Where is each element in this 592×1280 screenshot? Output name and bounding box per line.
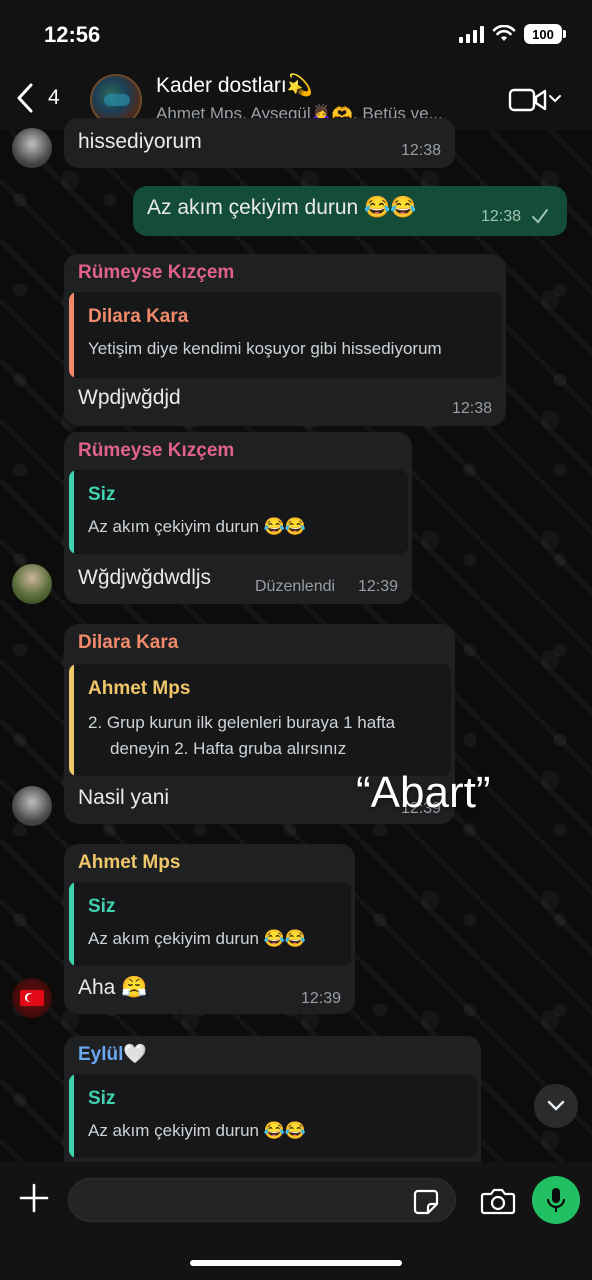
sender-name[interactable]: Ahmet Mps [78, 852, 180, 874]
avatar[interactable] [12, 786, 52, 826]
status-time: 12:56 [44, 22, 101, 47]
message-time: 12:38 [481, 208, 522, 225]
quote-sender: Siz [88, 484, 116, 505]
message-bubble-outgoing[interactable]: Az akım çekiyim durun 😂😂 12:38 [133, 186, 567, 236]
message-text: Aha 😤 [78, 976, 148, 999]
message-composer [0, 1162, 592, 1280]
sender-name[interactable]: Rümeyse Kızçem [78, 262, 234, 284]
message-bubble[interactable]: Eylül🤍 Siz Az akım çekiyim durun 😂😂 [64, 1036, 481, 1176]
wifi-icon [492, 25, 516, 41]
scroll-to-bottom-button[interactable] [534, 1084, 578, 1128]
message-bubble[interactable]: hissediyorum 12:38 [64, 118, 455, 168]
message-bubble[interactable]: Rümeyse Kızçem Siz Az akım çekiyim durun… [64, 432, 412, 604]
sender-name[interactable]: Rümeyse Kızçem [78, 440, 234, 462]
avatar[interactable] [12, 978, 52, 1018]
edited-label: Düzenlendi [255, 578, 336, 595]
signal-icon [459, 25, 484, 43]
message-time: 12:38 [451, 400, 492, 417]
message-input[interactable] [68, 1178, 456, 1222]
quote-sender: Siz [88, 896, 116, 917]
avatar[interactable] [12, 128, 52, 168]
group-title[interactable]: Kader dostları💫 [156, 74, 313, 98]
quoted-reply[interactable]: Siz Az akım çekiyim durun 😂😂 [69, 470, 408, 554]
flag-icon [20, 990, 44, 1006]
sender-name[interactable]: Eylül🤍 [78, 1042, 147, 1066]
quote-sender: Ahmet Mps [88, 678, 191, 699]
quoted-reply[interactable]: Ahmet Mps 2. Grup kurun ilk gelenleri bu… [69, 664, 451, 776]
sticker-icon[interactable] [412, 1188, 440, 1216]
quote-sender: Dilara Kara [88, 306, 189, 327]
message-text: Wpdjwğdjd [78, 386, 181, 409]
quoted-reply[interactable]: Siz Az akım çekiyim durun 😂😂 [69, 882, 351, 966]
chevron-down-icon [547, 1100, 565, 1111]
message-time: 12:38 [400, 142, 441, 159]
sent-check-icon [532, 209, 548, 224]
home-indicator [190, 1260, 402, 1266]
quote-text: Az akım çekiyim durun 😂😂 [88, 1121, 307, 1140]
message-text: Wğdjwğdwdljs [78, 566, 212, 589]
quote-text-line-1: 2. Grup kurun ilk gelenleri buraya 1 haf… [88, 713, 396, 732]
avatar[interactable] [12, 564, 52, 604]
message-text: Az akım çekiyim durun 😂😂 [147, 196, 417, 219]
quote-sender: Siz [88, 1088, 116, 1109]
quote-text: Az akım çekiyim durun 😂😂 [88, 929, 307, 948]
message-bubble[interactable]: Rümeyse Kızçem Dilara Kara Yetişim diye … [64, 254, 506, 426]
plus-icon[interactable] [18, 1182, 50, 1214]
quoted-reply[interactable]: Dilara Kara Yetişim diye kendimi koşuyor… [69, 292, 502, 378]
sender-name[interactable]: Dilara Kara [78, 632, 178, 654]
microphone-button[interactable] [532, 1176, 580, 1224]
overlay-caption: “Abart” [356, 768, 491, 817]
microphone-icon [546, 1188, 566, 1212]
message-text: hissediyorum [78, 130, 202, 153]
camera-icon[interactable] [480, 1186, 516, 1216]
quoted-reply[interactable]: Siz Az akım çekiyim durun 😂😂 [69, 1074, 477, 1158]
status-icons: 100 [459, 24, 566, 44]
status-bar: 12:56 100 [0, 0, 592, 70]
battery-icon: 100 [524, 24, 566, 44]
message-time: 12:39 [300, 990, 341, 1007]
unread-count: 4 [48, 86, 60, 109]
quote-text-line-2: deneyin 2. Hafta gruba alırsınız [110, 739, 347, 758]
chevron-down-icon[interactable] [548, 92, 562, 106]
chevron-left-icon [17, 83, 33, 113]
message-bubble[interactable]: Ahmet Mps Siz Az akım çekiyim durun 😂😂 A… [64, 844, 355, 1014]
message-time: 12:39 [357, 578, 398, 595]
battery-level: 100 [524, 24, 562, 44]
quote-text: Yetişim diye kendimi koşuyor gibi hissed… [88, 339, 442, 358]
video-call-icon[interactable] [508, 86, 548, 114]
back-button[interactable]: 4 [14, 82, 60, 114]
message-text: Nasil yani [78, 786, 170, 809]
quote-text: Az akım çekiyim durun 😂😂 [88, 517, 307, 536]
